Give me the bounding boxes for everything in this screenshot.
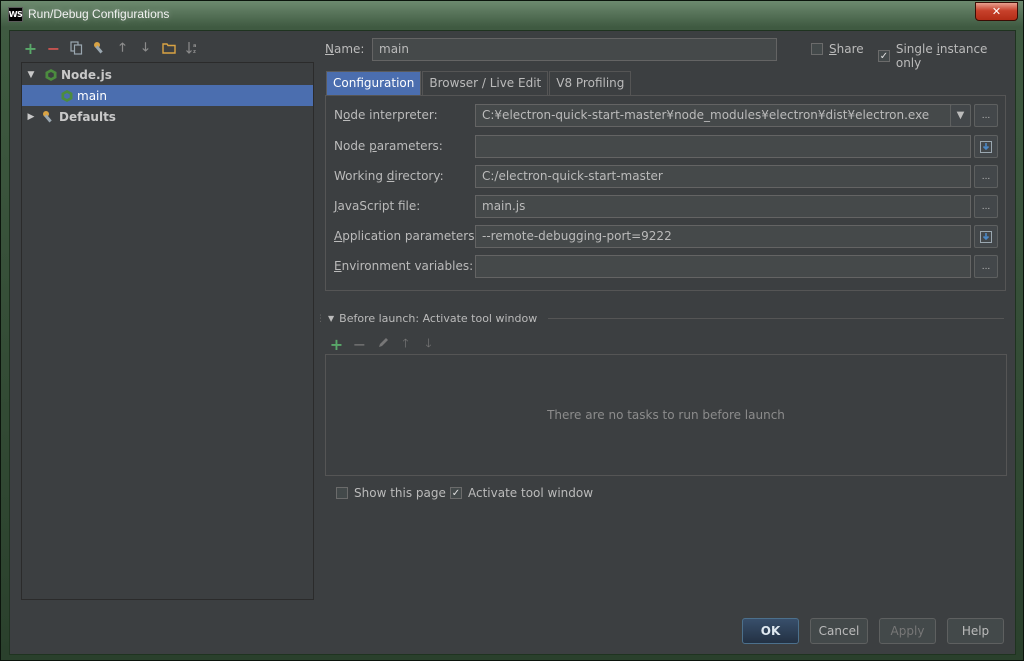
wrench-icon xyxy=(42,110,56,124)
collapse-arrow-icon[interactable]: ▶ xyxy=(24,112,38,122)
node-parameters-field[interactable] xyxy=(475,135,971,158)
tree-item-label: Defaults xyxy=(59,109,116,124)
single-instance-checkbox[interactable]: ✓ xyxy=(878,50,890,62)
config-tabs: Configuration Browser / Live Edit V8 Pro… xyxy=(326,71,632,95)
window-title: Run/Debug Configurations xyxy=(28,7,170,21)
share-checkbox[interactable] xyxy=(811,43,823,55)
activate-tool-option[interactable]: ✓ Activate tool window xyxy=(450,486,593,500)
expand-arrow-icon[interactable]: ▼ xyxy=(24,70,38,80)
single-instance-option[interactable]: ✓ Single instance only xyxy=(878,42,1015,70)
env-variables-field[interactable] xyxy=(475,255,971,278)
help-button[interactable]: Help xyxy=(947,618,1004,644)
working-directory-browse-button[interactable]: ... xyxy=(974,165,998,188)
nodejs-icon xyxy=(60,89,74,103)
remove-icon[interactable]: − xyxy=(352,335,367,354)
remove-icon[interactable]: − xyxy=(45,39,62,58)
ok-button[interactable]: OK xyxy=(742,618,799,644)
move-up-icon[interactable]: 🡑 xyxy=(114,40,131,57)
node-interpreter-browse-button[interactable]: ... xyxy=(974,104,998,127)
apply-button[interactable]: Apply xyxy=(879,618,936,644)
name-field[interactable]: main xyxy=(372,38,777,61)
expand-text-icon xyxy=(980,140,992,153)
activate-tool-checkbox[interactable]: ✓ xyxy=(450,487,462,499)
node-interpreter-field[interactable]: C:¥electron-quick-start-master¥node_modu… xyxy=(475,104,951,127)
configuration-panel: Node interpreter: C:¥electron-quick-star… xyxy=(325,95,1006,291)
copy-icon[interactable] xyxy=(68,40,85,57)
before-launch-header[interactable]: ⋮ ▼ Before launch: Activate tool window xyxy=(316,312,1004,325)
env-variables-browse-button[interactable]: ... xyxy=(974,255,998,278)
tree-item-label: Node.js xyxy=(61,67,112,82)
node-parameters-label: Node parameters: xyxy=(334,139,443,153)
working-directory-label: Working directory: xyxy=(334,169,444,183)
javascript-file-label: JavaScript file: xyxy=(334,199,421,213)
before-launch-task-list: There are no tasks to run before launch xyxy=(325,354,1007,476)
before-launch-title: Before launch: Activate tool window xyxy=(339,312,538,325)
show-page-label: Show this page xyxy=(354,486,446,500)
svg-text:z: z xyxy=(193,49,196,55)
dialog-window: WS Run/Debug Configurations ✕ + − 🡑 🡓 az xyxy=(0,0,1024,661)
show-page-option[interactable]: Show this page xyxy=(336,486,446,500)
env-variables-label: Environment variables: xyxy=(334,259,474,273)
share-option[interactable]: Share xyxy=(811,42,864,56)
tab-v8-profiling[interactable]: V8 Profiling xyxy=(549,71,632,95)
dialog-content: + − 🡑 🡓 az ▼ Node.js main ▶ Defaults Nam… xyxy=(9,30,1016,655)
tree-item-nodejs[interactable]: ▼ Node.js xyxy=(22,64,313,85)
activate-tool-label: Activate tool window xyxy=(468,486,594,500)
javascript-file-browse-button[interactable]: ... xyxy=(974,195,998,218)
add-icon[interactable]: + xyxy=(22,39,39,58)
folder-icon[interactable] xyxy=(160,40,177,57)
app-parameters-expand-button[interactable] xyxy=(974,225,998,248)
share-label: Share xyxy=(829,42,864,56)
section-divider xyxy=(548,318,1004,319)
configurations-toolbar: + − 🡑 🡓 az xyxy=(22,39,200,58)
cancel-button[interactable]: Cancel xyxy=(810,618,868,644)
tab-configuration[interactable]: Configuration xyxy=(326,71,422,95)
javascript-file-field[interactable]: main.js xyxy=(475,195,971,218)
name-label: Name: xyxy=(325,42,365,56)
title-bar[interactable]: WS Run/Debug Configurations ✕ xyxy=(1,1,1023,29)
move-down-icon[interactable]: 🡓 xyxy=(421,334,436,355)
show-page-checkbox[interactable] xyxy=(336,487,348,499)
node-interpreter-label: Node interpreter: xyxy=(334,108,438,122)
nodejs-icon xyxy=(44,68,58,82)
working-directory-field[interactable]: C:/electron-quick-start-master xyxy=(475,165,971,188)
single-instance-label: Single instance only xyxy=(895,42,988,70)
before-launch-toolbar: + − 🡑 🡓 xyxy=(329,334,436,355)
webstorm-logo-icon: WS xyxy=(8,7,23,22)
edit-icon[interactable] xyxy=(375,337,390,352)
app-parameters-field[interactable]: --remote-debugging-port=9222 xyxy=(475,225,971,248)
tree-item-main[interactable]: main xyxy=(22,85,313,106)
move-up-icon[interactable]: 🡑 xyxy=(398,334,413,355)
tree-item-label: main xyxy=(77,88,107,103)
empty-tasks-text: There are no tasks to run before launch xyxy=(547,408,785,422)
move-down-icon[interactable]: 🡓 xyxy=(137,40,154,57)
tab-browser-live-edit[interactable]: Browser / Live Edit xyxy=(422,71,549,95)
add-icon[interactable]: + xyxy=(329,335,344,354)
close-button[interactable]: ✕ xyxy=(975,2,1018,21)
drag-handle-icon: ⋮ xyxy=(316,313,325,324)
configurations-tree: ▼ Node.js main ▶ Defaults xyxy=(21,62,314,600)
expand-text-icon xyxy=(980,230,992,243)
interpreter-dropdown-button[interactable]: ▼ xyxy=(950,104,971,127)
node-parameters-expand-button[interactable] xyxy=(974,135,998,158)
sort-icon[interactable]: az xyxy=(183,40,200,57)
wrench-icon[interactable] xyxy=(91,40,108,57)
app-parameters-label: Application parameters: xyxy=(334,229,479,243)
collapse-arrow-icon[interactable]: ▼ xyxy=(328,314,334,323)
tree-item-defaults[interactable]: ▶ Defaults xyxy=(22,106,313,127)
